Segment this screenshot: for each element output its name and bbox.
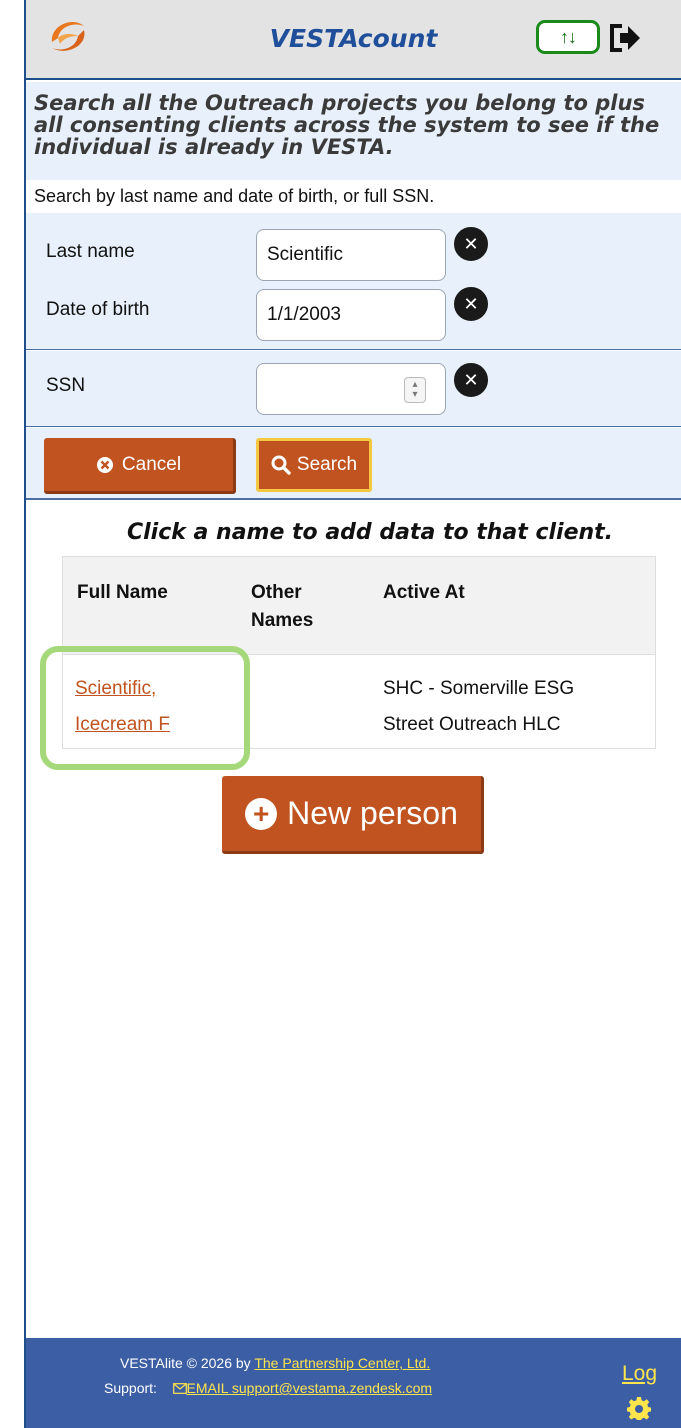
search-icon bbox=[271, 455, 291, 475]
dob-label: Date of birth bbox=[46, 299, 150, 320]
dob-input[interactable]: 1/1/2003 bbox=[256, 289, 446, 341]
copyright-text: VESTAlite © 2026 by bbox=[120, 1355, 251, 1371]
results-instruction: Click a name to add data to that client. bbox=[126, 520, 614, 545]
last-name-label: Last name bbox=[46, 241, 135, 262]
clear-dob-icon[interactable] bbox=[454, 287, 488, 321]
sync-arrows-icon: ↑↓ bbox=[560, 26, 577, 47]
cancel-label: Cancel bbox=[121, 453, 182, 475]
envelope-icon bbox=[172, 1383, 187, 1394]
app-header: VESTAcount ↑↓ bbox=[26, 0, 681, 80]
ssn-label: SSN bbox=[46, 375, 86, 396]
cancel-button[interactable]: Cancel bbox=[44, 438, 236, 494]
company-link[interactable]: The Partnership Center, Ltd. bbox=[254, 1355, 430, 1371]
action-bar: Cancel Search bbox=[26, 428, 681, 500]
search-info-panel: Search all the Outreach projects you bel… bbox=[26, 82, 681, 212]
search-hint-text: Search by last name and date of birth, o… bbox=[26, 180, 681, 212]
footer-copyright: VESTAlite © 2026 by The Partnership Cent… bbox=[120, 1355, 430, 1371]
support-email-link[interactable]: EMAIL support@vestama.zendesk.com bbox=[172, 1380, 433, 1396]
column-header-active-at[interactable]: Active At bbox=[383, 579, 465, 607]
column-header-other-names[interactable]: Other Names bbox=[251, 579, 351, 635]
new-person-label: New person bbox=[287, 795, 458, 831]
search-button[interactable]: Search bbox=[256, 438, 372, 492]
plus-circle-icon: + bbox=[245, 797, 278, 830]
support-email-text: EMAIL support@vestama.zendesk.com bbox=[186, 1380, 433, 1396]
sync-button[interactable]: ↑↓ bbox=[536, 20, 600, 54]
new-person-button[interactable]: + New person bbox=[222, 776, 484, 854]
app-frame: VESTAcount ↑↓ Search all the Outreach pr… bbox=[0, 0, 681, 1428]
search-info-text: Search all the Outreach projects you bel… bbox=[34, 91, 660, 159]
active-at-line2: Street Outreach HLC bbox=[383, 714, 561, 735]
active-at-cell: SHC - Somerville ESG Street Outreach HLC bbox=[383, 671, 574, 743]
table-header: Full Name Other Names Active At bbox=[63, 557, 655, 655]
cancel-circle-icon bbox=[96, 456, 113, 473]
support-label: Support: bbox=[104, 1380, 157, 1396]
logout-icon[interactable] bbox=[606, 20, 642, 56]
search-form: Last name Scientific Date of birth 1/1/2… bbox=[26, 213, 681, 350]
clear-ssn-icon[interactable] bbox=[454, 363, 488, 397]
active-at-line1: SHC - Somerville ESG bbox=[383, 678, 575, 699]
gear-icon[interactable] bbox=[627, 1396, 651, 1420]
column-header-full-name[interactable]: Full Name bbox=[77, 579, 168, 607]
ssn-spinner[interactable]: ▴ ▾ bbox=[404, 377, 426, 403]
search-label: Search bbox=[296, 454, 358, 475]
log-link[interactable]: Log bbox=[622, 1362, 657, 1386]
selection-highlight bbox=[40, 646, 250, 770]
spinner-down-icon: ▾ bbox=[412, 389, 418, 400]
clear-last-name-icon[interactable] bbox=[454, 227, 488, 261]
footer: VESTAlite © 2026 by The Partnership Cent… bbox=[26, 1338, 681, 1428]
ssn-section: SSN ▴ ▾ bbox=[26, 351, 681, 427]
last-name-input[interactable]: Scientific bbox=[256, 229, 446, 281]
footer-support: Support: EMAIL support@vestama.zendesk.c… bbox=[104, 1380, 432, 1396]
